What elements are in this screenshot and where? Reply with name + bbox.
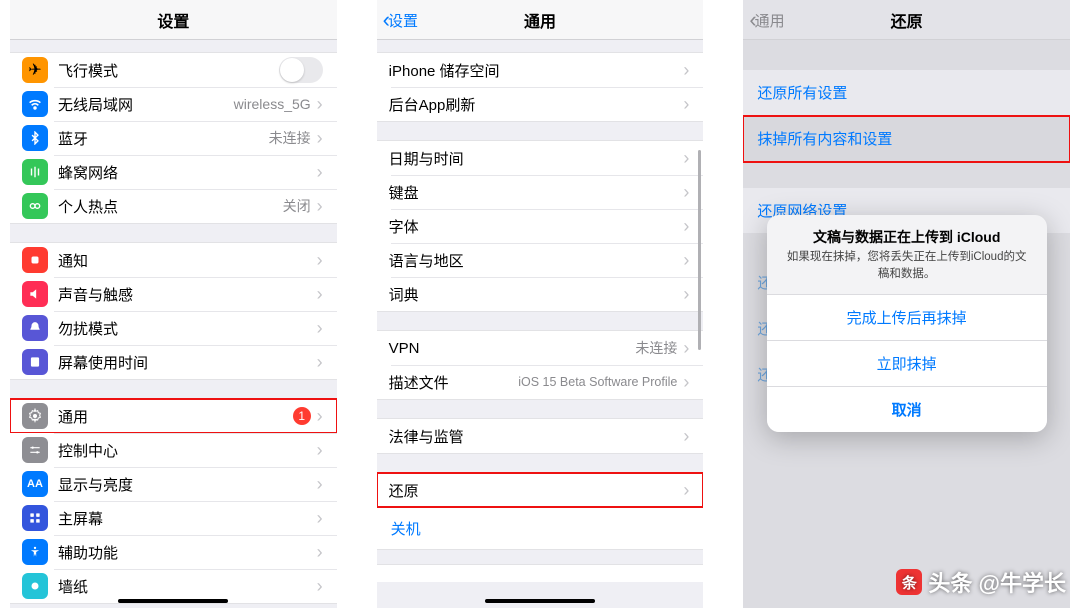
row-vpn[interactable]: VPN 未连接 › <box>377 331 704 365</box>
chevron-right-icon: › <box>683 182 689 203</box>
alert-erase-now-button[interactable]: 立即抹掉 <box>767 340 1047 386</box>
navbar: ‹ 设置 通用 <box>377 0 704 40</box>
cellular-icon <box>22 159 48 185</box>
toutiao-logo-icon: 条 <box>896 569 922 595</box>
row-dnd[interactable]: 勿扰模式 › <box>10 311 337 345</box>
chevron-right-icon: › <box>317 440 323 461</box>
chevron-right-icon: › <box>317 284 323 305</box>
alert-sheet: 文稿与数据正在上传到 iCloud 如果现在抹掉，您将丢失正在上传到iCloud… <box>767 215 1047 432</box>
reset-screen: ‹ 通用 还原 还原所有设置 抹掉所有内容和设置 还原网络设置 还原键 还原主 … <box>743 0 1070 608</box>
sounds-icon <box>22 281 48 307</box>
row-shutdown[interactable]: 关机 <box>377 507 704 549</box>
row-cellular[interactable]: 蜂窝网络 › <box>10 155 337 189</box>
chevron-right-icon: › <box>683 338 689 359</box>
row-wifi[interactable]: 无线局域网 wireless_5G › <box>10 87 337 121</box>
page-title: 通用 <box>524 8 556 32</box>
airplane-toggle[interactable] <box>279 57 323 83</box>
row-fonts[interactable]: 字体 › <box>377 209 704 243</box>
row-sounds[interactable]: 声音与触感 › <box>10 277 337 311</box>
chevron-right-icon: › <box>683 372 689 393</box>
badge: 1 <box>293 407 311 425</box>
alert-message: 如果现在抹掉，您将丢失正在上传到iCloud的文稿和数据。 <box>767 249 1047 294</box>
alert-cancel-button[interactable]: 取消 <box>767 386 1047 432</box>
row-control-center[interactable]: 控制中心 › <box>10 433 337 467</box>
general-screen: ‹ 设置 通用 iPhone 储存空间 › 后台App刷新 › 日期与时间 › … <box>377 0 704 608</box>
airplane-icon: ✈ <box>22 57 48 83</box>
chevron-right-icon: › <box>317 128 323 149</box>
chevron-right-icon: › <box>683 60 689 81</box>
bluetooth-icon <box>22 125 48 151</box>
row-hotspot[interactable]: 个人热点 关闭 › <box>10 189 337 223</box>
chevron-right-icon: › <box>317 406 323 427</box>
row-storage[interactable]: iPhone 储存空间 › <box>377 53 704 87</box>
group-vpn: VPN 未连接 › 描述文件 iOS 15 Beta Software Prof… <box>377 330 704 400</box>
row-background-refresh[interactable]: 后台App刷新 › <box>377 87 704 121</box>
chevron-right-icon: › <box>317 508 323 529</box>
alert-title: 文稿与数据正在上传到 iCloud <box>767 215 1047 249</box>
chevron-right-icon: › <box>317 576 323 597</box>
row-date-time[interactable]: 日期与时间 › <box>377 141 704 175</box>
group-notify: 通知 › 声音与触感 › 勿扰模式 › 屏幕使用时间 › <box>10 242 337 380</box>
watermark: 条 头条 @牛学长 <box>896 566 1066 598</box>
row-accessibility[interactable]: 辅助功能 › <box>10 535 337 569</box>
control-center-icon <box>22 437 48 463</box>
accessibility-icon <box>22 539 48 565</box>
group-network: ✈ 飞行模式 无线局域网 wireless_5G › 蓝牙 未连接 › 蜂窝网络 <box>10 52 337 224</box>
row-display[interactable]: AA 显示与亮度 › <box>10 467 337 501</box>
page-title: 设置 <box>157 8 189 32</box>
dnd-icon <box>22 315 48 341</box>
row-screentime[interactable]: 屏幕使用时间 › <box>10 345 337 379</box>
home-screen-icon <box>22 505 48 531</box>
gear-icon <box>22 403 48 429</box>
row-legal[interactable]: 法律与监管 › <box>377 419 704 453</box>
row-dictionary[interactable]: 词典 › <box>377 277 704 311</box>
chevron-right-icon: › <box>683 148 689 169</box>
row-bluetooth[interactable]: 蓝牙 未连接 › <box>10 121 337 155</box>
row-keyboard[interactable]: 键盘 › <box>377 175 704 209</box>
chevron-right-icon: › <box>683 216 689 237</box>
wifi-icon <box>22 91 48 117</box>
screentime-icon <box>22 349 48 375</box>
chevron-right-icon: › <box>683 480 689 501</box>
alert-finish-then-erase-button[interactable]: 完成上传后再抹掉 <box>767 294 1047 340</box>
group-legal: 法律与监管 › <box>377 418 704 454</box>
chevron-right-icon: › <box>317 196 323 217</box>
chevron-right-icon: › <box>317 94 323 115</box>
row-reset[interactable]: 还原 › <box>377 473 704 507</box>
group-input: 日期与时间 › 键盘 › 字体 › 语言与地区 › 词典 › <box>377 140 704 312</box>
notifications-icon <box>22 247 48 273</box>
row-airplane[interactable]: ✈ 飞行模式 <box>10 53 337 87</box>
row-home-screen[interactable]: 主屏幕 › <box>10 501 337 535</box>
chevron-right-icon: › <box>683 94 689 115</box>
chevron-right-icon: › <box>317 542 323 563</box>
group-general: 通用 1 › 控制中心 › AA 显示与亮度 › 主屏幕 › <box>10 398 337 604</box>
chevron-right-icon: › <box>317 474 323 495</box>
navbar: 设置 <box>10 0 337 40</box>
display-icon: AA <box>22 471 48 497</box>
home-indicator[interactable] <box>118 599 228 603</box>
group-reset: 还原 › 关机 <box>377 472 704 550</box>
settings-screen: 设置 ✈ 飞行模式 无线局域网 wireless_5G › 蓝牙 未连接 › <box>10 0 337 608</box>
wallpaper-icon <box>22 573 48 599</box>
chevron-right-icon: › <box>317 318 323 339</box>
hotspot-icon <box>22 193 48 219</box>
back-button[interactable]: ‹ 设置 <box>383 0 418 40</box>
group-storage: iPhone 储存空间 › 后台App刷新 › <box>377 52 704 122</box>
home-indicator[interactable] <box>485 599 595 603</box>
chevron-right-icon: › <box>683 284 689 305</box>
scrollbar[interactable] <box>698 150 701 350</box>
chevron-right-icon: › <box>317 162 323 183</box>
row-general[interactable]: 通用 1 › <box>10 399 337 433</box>
row-language-region[interactable]: 语言与地区 › <box>377 243 704 277</box>
row-wallpaper[interactable]: 墙纸 › <box>10 569 337 603</box>
chevron-right-icon: › <box>683 426 689 447</box>
row-profile[interactable]: 描述文件 iOS 15 Beta Software Profile › <box>377 365 704 399</box>
chevron-right-icon: › <box>317 250 323 271</box>
chevron-right-icon: › <box>317 352 323 373</box>
chevron-right-icon: › <box>683 250 689 271</box>
row-notifications[interactable]: 通知 › <box>10 243 337 277</box>
